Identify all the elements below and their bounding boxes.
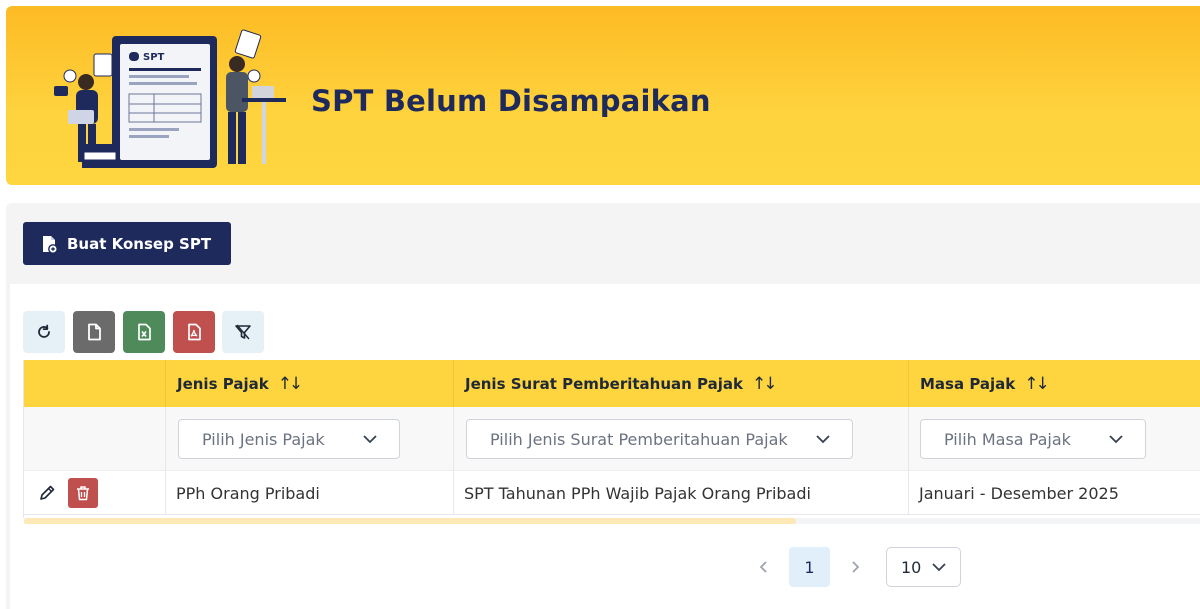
- cell-jenis-spt: SPT Tahunan PPh Wajib Pajak Orang Pribad…: [464, 483, 811, 503]
- rows-per-page-value: 10: [901, 557, 922, 577]
- export-excel-button[interactable]: [123, 311, 165, 353]
- select-placeholder: Pilih Jenis Pajak: [202, 429, 325, 449]
- table-row: PPh Orang Pribadi SPT Tahunan PPh Wajib …: [24, 471, 1200, 515]
- horizontal-scrollbar-thumb[interactable]: [24, 518, 796, 524]
- filter-cell-actions: [24, 407, 166, 470]
- sort-icon[interactable]: ↑↓: [278, 374, 303, 394]
- export-pdf-button[interactable]: [173, 311, 215, 353]
- chevron-left-icon: [759, 561, 767, 573]
- file-icon: [88, 323, 101, 341]
- sort-icon[interactable]: ↑↓: [752, 374, 777, 394]
- refresh-icon: [38, 324, 50, 338]
- pdf-icon: [188, 323, 201, 341]
- rows-per-page-select[interactable]: 10: [886, 547, 961, 587]
- filter-row: Pilih Jenis Pajak Pilih Jenis Surat Pemb…: [24, 407, 1200, 471]
- create-draft-spt-button[interactable]: Buat Konsep SPT: [23, 222, 231, 265]
- edit-button[interactable]: [32, 478, 62, 508]
- clear-filter-button[interactable]: [222, 311, 264, 353]
- page-number-button[interactable]: 1: [789, 547, 830, 587]
- excel-icon: [138, 323, 151, 341]
- page-title: SPT Belum Disampaikan: [311, 84, 711, 118]
- trash-icon: [77, 486, 89, 501]
- page-banner: SPT SPT Belum Disampaikan: [6, 6, 1200, 185]
- spt-illustration: SPT: [54, 29, 286, 168]
- pencil-icon: [40, 485, 55, 500]
- column-header-label: Jenis Pajak: [177, 374, 269, 393]
- new-document-icon: [43, 235, 58, 254]
- jenis-spt-filter-select[interactable]: Pilih Jenis Surat Pemberitahuan Pajak: [466, 419, 853, 459]
- select-placeholder: Pilih Masa Pajak: [944, 429, 1071, 449]
- next-page-button[interactable]: [840, 552, 870, 582]
- sort-icon[interactable]: ↑↓: [1024, 374, 1049, 394]
- create-draft-spt-label: Buat Konsep SPT: [67, 234, 212, 253]
- chevron-down-icon: [363, 435, 377, 444]
- filter-clear-icon: [235, 324, 251, 340]
- column-header-jenis-pajak[interactable]: Jenis Pajak ↑↓: [166, 360, 454, 407]
- masa-pajak-filter-select[interactable]: Pilih Masa Pajak: [920, 419, 1146, 459]
- select-placeholder: Pilih Jenis Surat Pemberitahuan Pajak: [490, 429, 788, 449]
- illustration-spt-text: SPT: [143, 52, 165, 63]
- cell-masa-pajak: Januari - Desember 2025: [919, 483, 1119, 503]
- chevron-down-icon: [816, 435, 830, 444]
- cell-jenis-pajak: PPh Orang Pribadi: [176, 483, 320, 503]
- chevron-down-icon: [932, 563, 946, 572]
- actions-column-header: [24, 360, 166, 407]
- delete-button[interactable]: [68, 478, 98, 508]
- export-file-button[interactable]: [73, 311, 115, 353]
- column-header-masa-pajak[interactable]: Masa Pajak ↑↓: [909, 360, 1200, 407]
- chevron-right-icon: [852, 561, 860, 573]
- column-header-jenis-spt[interactable]: Jenis Surat Pemberitahuan Pajak ↑↓: [454, 360, 909, 407]
- column-header-label: Masa Pajak: [920, 374, 1016, 393]
- jenis-pajak-filter-select[interactable]: Pilih Jenis Pajak: [178, 419, 400, 459]
- spt-table: Jenis Pajak ↑↓ Jenis Surat Pemberitahuan…: [23, 360, 1200, 518]
- chevron-down-icon: [1109, 435, 1123, 444]
- table-header: Jenis Pajak ↑↓ Jenis Surat Pemberitahuan…: [24, 360, 1200, 407]
- column-header-label: Jenis Surat Pemberitahuan Pajak: [465, 374, 743, 393]
- refresh-button[interactable]: [23, 311, 65, 353]
- previous-page-button[interactable]: [749, 552, 779, 582]
